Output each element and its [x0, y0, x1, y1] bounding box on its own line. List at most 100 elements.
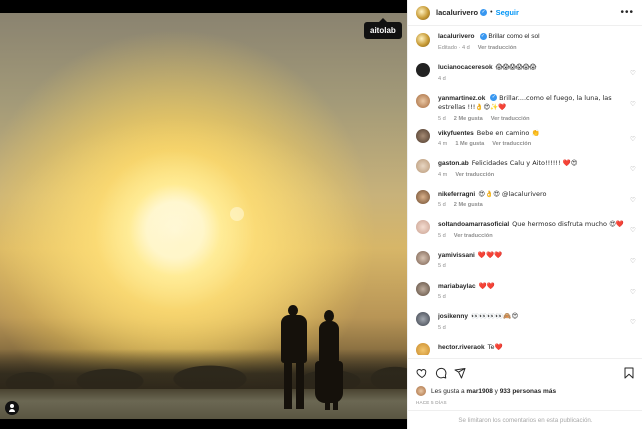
caption-username[interactable]: lacalurivero: [438, 33, 475, 40]
comment-time: 5 d: [438, 294, 446, 301]
commenter-avatar[interactable]: [416, 250, 430, 265]
likes-summary: Les gusta a mar1908 y 933 personas más: [431, 388, 556, 395]
comment-username[interactable]: josikenny: [438, 313, 468, 320]
comment-username[interactable]: nikeferragni: [438, 191, 475, 198]
comments-limited-notice: Se limitaron los comentarios en esta pub…: [408, 410, 642, 429]
comment-username[interactable]: lucianocaceresok: [438, 64, 493, 71]
commenter-avatar[interactable]: [416, 342, 430, 355]
comments-list[interactable]: lacalurivero ✓ Brillar como el sol Editad…: [408, 27, 642, 355]
comment-username[interactable]: gaston.ab: [438, 160, 469, 167]
caption-edited: Editado · 4 d: [438, 44, 470, 51]
comment-text: Felicidades Calu y Aito!!!!!! ❤️😍: [471, 159, 578, 168]
post-photo[interactable]: [0, 13, 407, 419]
like-comment-icon[interactable]: ♡: [630, 228, 636, 235]
comment-likes[interactable]: 2 Me gusta: [454, 116, 483, 122]
likes-count[interactable]: 933 personas más: [500, 388, 556, 395]
comment-username[interactable]: yanmartinez.ok: [438, 95, 485, 102]
see-translation-link[interactable]: Ver traducción: [478, 45, 517, 51]
comment-text: 😱😱😱😱😱😱: [495, 63, 537, 71]
comment-username[interactable]: hector.riveraok: [438, 344, 485, 351]
comment-time: 4 m: [438, 171, 448, 178]
caption: lacalurivero ✓ Brillar como el sol Editad…: [408, 27, 642, 57]
commenter-avatar[interactable]: [416, 312, 430, 327]
tagged-users-icon[interactable]: [5, 401, 19, 415]
liker-username[interactable]: mar1908: [466, 388, 492, 395]
verified-icon: ✓: [480, 9, 488, 16]
post-header: lacalurivero ✓ • Seguir •••: [408, 0, 642, 26]
comment-time: 5 d: [438, 324, 446, 331]
follow-button[interactable]: Seguir: [496, 8, 519, 17]
lens-flare: [230, 207, 244, 221]
like-comment-icon[interactable]: ♡: [630, 70, 636, 77]
share-icon[interactable]: [454, 366, 466, 379]
comment-username[interactable]: yamivissani: [438, 252, 475, 259]
comment-time: 5 d: [438, 115, 446, 122]
comment-text: Que hermoso disfruta mucho 😍❤️: [512, 220, 624, 229]
author-avatar[interactable]: [416, 5, 430, 20]
commenter-avatar[interactable]: [416, 220, 430, 235]
heart-icon[interactable]: [416, 366, 428, 379]
commenter-avatar[interactable]: [416, 63, 430, 77]
comment-time: 4 m: [438, 141, 448, 148]
comment-text: Bebe en camino 👏: [476, 128, 540, 137]
comment-item: soltandoamarrasoficial Que hermoso disfru…: [408, 214, 642, 245]
comment-text: 😍👌😍 @lacalurivero: [478, 189, 547, 198]
see-translation-link[interactable]: Ver traducción: [491, 116, 530, 122]
comment-item: yanmartinez.ok ✓ Brillar....como el fuego…: [408, 88, 642, 123]
bookmark-icon[interactable]: [623, 366, 635, 379]
comment-likes[interactable]: 1 Me gusta: [455, 141, 484, 147]
likes-connector: y: [494, 387, 498, 395]
author-username[interactable]: lacalurivero: [436, 8, 478, 17]
commenter-avatar[interactable]: [416, 189, 430, 204]
comment-time: 4 d: [438, 75, 446, 82]
like-comment-icon[interactable]: ♡: [630, 197, 636, 204]
separator-dot: •: [490, 9, 493, 16]
liker-avatar[interactable]: [416, 386, 426, 396]
comment-item: lucianocaceresok 😱😱😱😱😱😱 4 d ♡: [408, 57, 642, 88]
post-details-panel: lacalurivero ✓ • Seguir ••• lacalurivero…: [407, 0, 642, 429]
like-comment-icon[interactable]: ♡: [630, 136, 636, 143]
comment-text: ❤️❤️❤️: [477, 250, 503, 259]
comment-item: josikenny 👀👀👀👀🙈😍 5 d ♡: [408, 306, 642, 337]
comment-text: Te❤️: [487, 342, 503, 351]
comment-item: mariabaylac ❤️❤️ 5 d ♡: [408, 276, 642, 307]
commenter-avatar[interactable]: [416, 93, 430, 108]
comment-likes[interactable]: 2 Me gusta: [454, 202, 483, 208]
like-comment-icon[interactable]: ♡: [630, 101, 636, 108]
post-actions: Les gusta a mar1908 y 933 personas más H…: [408, 358, 642, 405]
comment-item: yamivissani ❤️❤️❤️ 5 d ♡: [408, 245, 642, 276]
comment-item: gaston.ab Felicidades Calu y Aito!!!!!! ❤…: [408, 153, 642, 184]
like-comment-icon[interactable]: ♡: [630, 289, 636, 296]
caption-text: Brillar como el sol: [488, 33, 540, 41]
comment-time: 5 d: [438, 232, 446, 239]
comment-item: nikeferragni 😍👌😍 @lacalurivero 5 d 2 Me gu…: [408, 184, 642, 215]
comment-username[interactable]: mariabaylac: [438, 283, 476, 290]
verified-icon: ✓: [479, 33, 487, 40]
post-timestamp: HACE 5 DÍAS: [416, 400, 447, 405]
comment-icon[interactable]: [435, 366, 447, 379]
more-options-icon[interactable]: •••: [620, 7, 634, 18]
commenter-avatar[interactable]: [416, 128, 430, 143]
see-translation-link[interactable]: Ver traducción: [492, 141, 531, 147]
photo-user-tag[interactable]: aitolab: [364, 18, 402, 39]
comment-text: 👀👀👀👀🙈😍: [470, 312, 519, 321]
see-translation-link[interactable]: Ver traducción: [455, 172, 494, 178]
comment-text: ❤️❤️: [478, 281, 495, 290]
commenter-avatar[interactable]: [416, 281, 430, 296]
comment-time: 5 d: [438, 202, 446, 209]
like-comment-icon[interactable]: ♡: [630, 319, 636, 326]
like-comment-icon[interactable]: ♡: [630, 166, 636, 173]
comment-username[interactable]: soltandoamarrasoficial: [438, 221, 509, 228]
like-comment-icon[interactable]: ♡: [630, 258, 636, 265]
see-translation-link[interactable]: Ver traducción: [454, 233, 493, 239]
likes-prefix: Les gusta a: [431, 387, 465, 395]
verified-icon: ✓: [490, 94, 498, 102]
comment-time: 5 d: [438, 263, 446, 270]
post-media: aitolab: [0, 0, 407, 429]
comment-username[interactable]: vikyfuentes: [438, 130, 474, 137]
comment-item: vikyfuentes Bebe en camino 👏 4 m 1 Me gust…: [408, 123, 642, 154]
ground: [0, 389, 407, 419]
comment-item: hector.riveraok Te❤️: [408, 337, 642, 355]
caption-avatar[interactable]: [416, 33, 430, 47]
commenter-avatar[interactable]: [416, 159, 430, 174]
